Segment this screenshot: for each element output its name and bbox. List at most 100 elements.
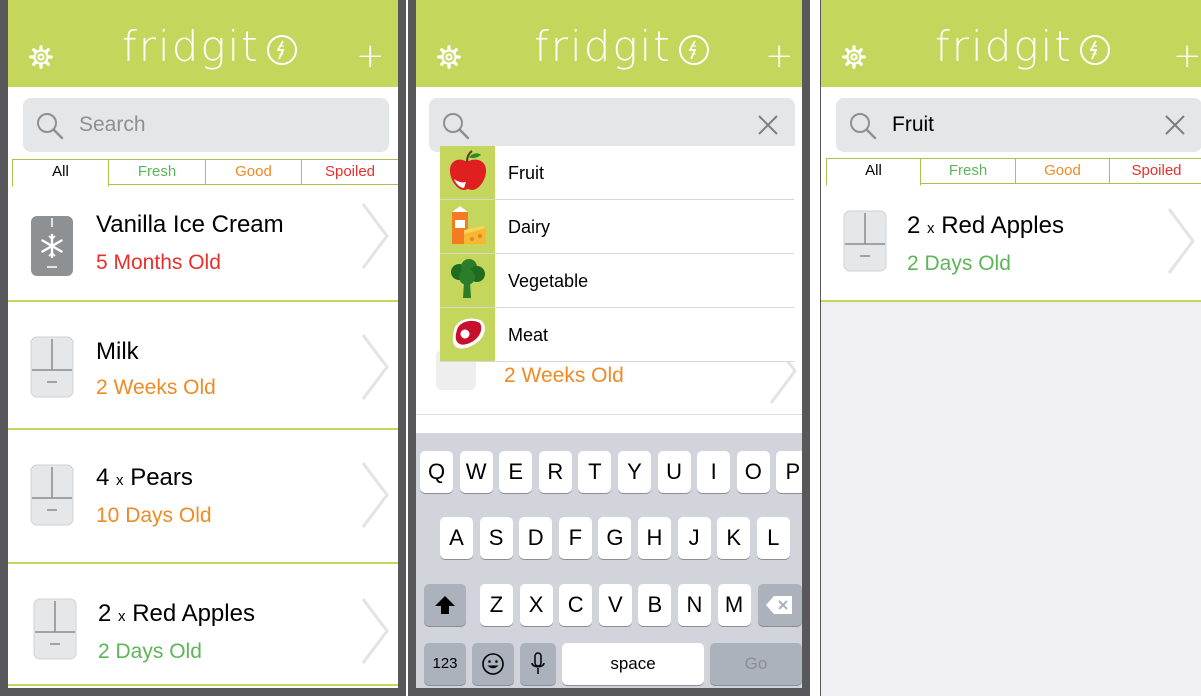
lightning-logo-icon [1079,34,1111,66]
tab-fresh[interactable]: Fresh [108,159,206,185]
numbers-key[interactable]: 123 [424,643,466,685]
key-t[interactable]: T [578,451,612,493]
category-item-vegetable[interactable]: Vegetable [440,254,794,308]
key-n[interactable]: N [678,584,711,626]
apple-icon [449,150,487,190]
category-label: Fruit [508,163,544,183]
list-item[interactable]: 4 x Pears 10 Days Old [8,430,398,564]
chevron-right-icon[interactable] [360,596,390,666]
lightning-logo-icon [266,34,298,66]
item-name: 4 x Pears [96,464,193,491]
app-logo: fridgit [534,22,710,72]
category-label: Vegetable [508,271,589,291]
shift-key[interactable] [424,584,466,626]
filter-tabs: All Fresh Good Spoiled [12,159,398,187]
key-g[interactable]: G [598,517,632,559]
list-item[interactable]: Milk 2 Weeks Old [8,302,398,430]
app-header: fridgit + [416,0,802,87]
space-key[interactable]: space [562,643,704,685]
shift-arrow-icon [435,596,455,614]
key-u[interactable]: U [657,451,691,493]
search-bar[interactable] [429,98,795,152]
go-key[interactable]: Go [710,643,802,685]
key-i[interactable]: I [697,451,731,493]
category-item-fruit[interactable]: Fruit [440,146,794,200]
tab-spoiled[interactable]: Spoiled [1109,158,1201,184]
tab-all[interactable]: All [12,159,109,187]
settings-gear-icon[interactable] [436,44,462,70]
item-name: Milk [96,338,139,365]
list-item[interactable]: 2 x Red Apples 2 Days Old [821,186,1201,302]
chevron-right-icon[interactable] [360,460,390,530]
list-item[interactable]: 2 x Red Apples 2 Days Old [8,564,398,686]
category-dropdown: Fruit Dairy Vegetable Meat [440,146,794,362]
dictation-key[interactable] [520,643,556,685]
emoji-key[interactable] [472,643,514,685]
key-r[interactable]: R [538,451,572,493]
key-v[interactable]: V [598,584,632,626]
category-item-meat[interactable]: Meat [440,308,794,362]
item-age: 2 Days Old [98,640,202,663]
key-p[interactable]: P [776,451,802,493]
onscreen-keyboard: QWERTYUIOP ASDFGHJKL ZXCVBNM 123 space G… [416,433,802,688]
freezer-icon [30,215,74,277]
key-s[interactable]: S [479,517,513,559]
key-q[interactable]: Q [420,451,453,493]
search-input[interactable]: Search [79,113,146,137]
tab-good[interactable]: Good [1015,158,1110,184]
empty-list-area [821,302,1201,696]
key-x[interactable]: X [519,584,553,626]
item-quantity: 4 [96,464,110,491]
settings-gear-icon[interactable] [28,44,54,70]
tab-spoiled[interactable]: Spoiled [301,159,398,185]
item-age: 2 Days Old [907,252,1011,275]
key-b[interactable]: B [638,584,672,626]
key-m[interactable]: M [717,584,751,626]
key-y[interactable]: Y [618,451,651,493]
chevron-right-icon[interactable] [1166,206,1196,276]
key-o[interactable]: O [736,451,770,493]
search-icon [441,111,471,141]
add-item-button[interactable]: + [356,36,385,76]
list-item[interactable]: Vanilla Ice Cream 5 Months Old [8,187,398,302]
tab-good[interactable]: Good [205,159,302,185]
add-item-button[interactable]: + [1173,36,1201,76]
app-header: fridgit + [821,0,1201,87]
search-icon [35,111,65,141]
search-input[interactable]: Fruit [892,113,934,137]
key-k[interactable]: K [717,517,751,559]
key-d[interactable]: D [519,517,553,559]
settings-gear-icon[interactable] [841,44,867,70]
category-item-dairy[interactable]: Dairy [440,200,794,254]
add-item-button[interactable]: + [765,36,794,76]
chevron-right-icon[interactable] [360,332,390,402]
key-a[interactable]: A [440,517,473,559]
search-bar[interactable]: Fruit [836,98,1201,152]
key-z[interactable]: Z [480,584,513,626]
broccoli-icon [451,259,485,298]
app-logo: fridgit [122,22,298,72]
key-f[interactable]: F [558,517,592,559]
chevron-right-icon[interactable] [360,201,390,271]
dairy-icon [452,206,486,244]
app-logo: fridgit [935,22,1111,72]
backspace-icon [766,596,792,614]
fridge-icon [33,598,77,660]
tab-fresh[interactable]: Fresh [920,158,1016,184]
key-e[interactable]: E [499,451,533,493]
app-header: fridgit + [8,0,398,87]
delete-key[interactable] [758,584,802,626]
item-age: 2 Weeks Old [96,376,216,399]
fridge-icon [843,210,887,272]
key-c[interactable]: C [559,584,593,626]
key-l[interactable]: L [756,517,790,559]
key-w[interactable]: W [459,451,493,493]
clear-search-icon[interactable] [1164,114,1186,136]
search-bar[interactable]: Search [23,98,389,152]
key-j[interactable]: J [677,517,711,559]
lightning-logo-icon [678,34,710,66]
clear-search-icon[interactable] [757,114,779,136]
key-h[interactable]: H [638,517,671,559]
panel-inventory-list: fridgit + Search All Fresh Good Spoiled … [0,0,406,696]
tab-all[interactable]: All [826,158,921,186]
